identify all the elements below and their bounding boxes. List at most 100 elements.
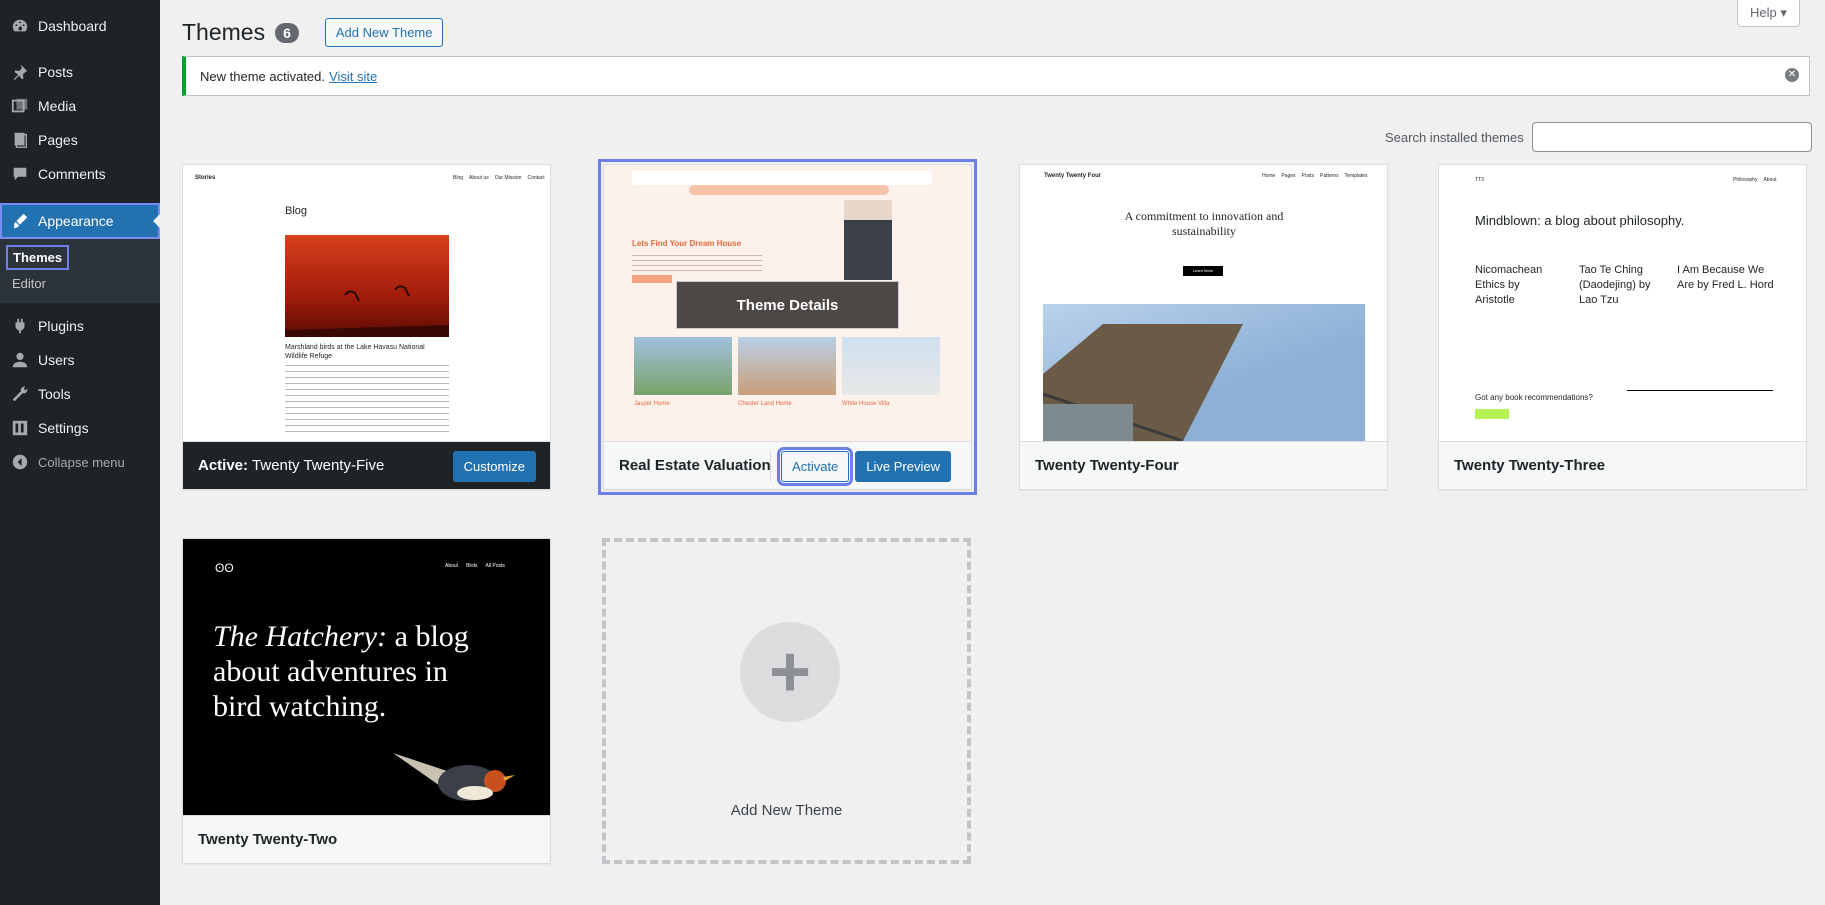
theme-screenshot[interactable]: Twenty Twenty Four Home Pages Posts Patt… — [1020, 165, 1387, 441]
preview-cta: Learn More — [1183, 266, 1223, 276]
sidebar-item-label: Settings — [38, 420, 89, 436]
preview-nav-item: Blog — [453, 175, 464, 181]
theme-card-twenty-twenty-three[interactable]: TT3 Philosophy About Mindblown: a blog a… — [1438, 164, 1807, 490]
brush-icon — [10, 211, 30, 231]
preview-site-title: TT3 — [1475, 177, 1484, 183]
collapse-menu-label: Collapse menu — [38, 454, 125, 470]
users-icon — [10, 350, 30, 370]
preview-card-title: Jasper Home — [634, 401, 670, 407]
theme-name: Real Estate Valuation — [619, 457, 771, 474]
theme-name-bar: Twenty Twenty-Three — [1439, 441, 1806, 489]
sidebar-item-label: Dashboard — [38, 18, 107, 34]
theme-name-bar: Twenty Twenty-Four — [1020, 441, 1387, 489]
sidebar-item-tools[interactable]: Tools — [0, 377, 160, 411]
notice-text: New theme activated. — [200, 68, 326, 84]
theme-name: Twenty Twenty-Three — [1454, 457, 1606, 474]
admin-sidebar: Dashboard Posts Media Pages Comments App… — [0, 0, 160, 905]
submenu-item-themes[interactable]: Themes — [6, 245, 70, 270]
preview-divider — [1627, 390, 1773, 391]
preview-nav — [689, 185, 889, 195]
preview-nav-item: Philosophy — [1733, 177, 1758, 183]
collapse-icon — [10, 452, 30, 472]
theme-screenshot[interactable]: Lets Find Your Dream House Jasper Home C… — [604, 165, 971, 441]
theme-card-twenty-twenty-two[interactable]: ʘʘ About Birds All Posts The Hatchery: a… — [182, 538, 551, 864]
theme-actions: Activate Live Preview — [770, 447, 951, 486]
sidebar-item-users[interactable]: Users — [0, 343, 160, 377]
success-notice: New theme activated. Visit site ✕ — [182, 56, 1810, 96]
add-new-theme-card[interactable]: + Add New Theme — [602, 538, 971, 864]
preview-nav-item: About — [1763, 177, 1777, 183]
plugin-icon — [10, 316, 30, 336]
preview-nav-item: All Posts — [485, 563, 505, 569]
sidebar-item-dashboard[interactable]: Dashboard — [0, 9, 160, 43]
preview-card-title: Chester Land Home — [738, 401, 792, 407]
media-icon — [10, 96, 30, 116]
preview-person-image — [844, 200, 892, 280]
theme-screenshot[interactable]: TT3 Philosophy About Mindblown: a blog a… — [1439, 165, 1806, 441]
help-tab-button[interactable]: Help ▾ — [1737, 0, 1800, 27]
preview-nav-item: Patterns — [1320, 173, 1339, 179]
preview-footer-question: Got any book recommendations? — [1475, 393, 1593, 402]
preview-heading: Blog — [285, 205, 308, 217]
collapse-menu-button[interactable]: Collapse menu — [0, 445, 160, 479]
preview-bird-image — [285, 235, 449, 337]
preview-nav-item: Pages — [1281, 173, 1296, 179]
activate-button[interactable]: Activate — [777, 447, 854, 486]
sidebar-item-pages[interactable]: Pages — [0, 123, 160, 157]
preview-headline: The Hatchery: a blog about adventures in… — [213, 619, 503, 724]
submenu-item-editor[interactable]: Editor — [0, 272, 160, 295]
sidebar-item-label: Appearance — [38, 213, 114, 229]
preview-body-text — [285, 365, 449, 435]
theme-count-badge: 6 — [275, 22, 299, 43]
preview-caption: Marshland birds at the Lake Havasu Natio… — [285, 344, 425, 360]
preview-house-image — [738, 337, 836, 395]
theme-card-twenty-twenty-four[interactable]: Twenty Twenty Four Home Pages Posts Patt… — [1019, 164, 1388, 490]
wrench-icon — [10, 384, 30, 404]
preview-nav-item: Birds — [466, 563, 478, 569]
preview-nav-item: Posts — [1301, 173, 1315, 179]
visit-site-link[interactable]: Visit site — [329, 69, 377, 84]
theme-screenshot[interactable]: Stories Blog About us Our Mission Contac… — [183, 165, 550, 441]
sidebar-item-settings[interactable]: Settings — [0, 411, 160, 445]
theme-details-button[interactable]: Theme Details — [676, 281, 899, 329]
sidebar-item-label: Posts — [38, 64, 74, 80]
preview-topbar — [632, 171, 932, 185]
theme-screenshot[interactable]: ʘʘ About Birds All Posts The Hatchery: a… — [183, 539, 550, 815]
preview-body-text — [632, 255, 762, 271]
theme-name-bar: Real Estate Valuation Activate Live Prev… — [604, 441, 971, 489]
sidebar-item-posts[interactable]: Posts — [0, 55, 160, 89]
theme-name-bar: Active: Twenty Twenty-Five Customize — [183, 441, 550, 489]
add-new-theme-button[interactable]: Add New Theme — [324, 18, 444, 47]
theme-card-real-estate-valuation[interactable]: Lets Find Your Dream House Jasper Home C… — [598, 159, 977, 495]
sidebar-item-appearance[interactable]: Appearance — [0, 203, 160, 239]
customize-button[interactable]: Customize — [452, 451, 536, 482]
preview-headline: Lets Find Your Dream House — [632, 239, 742, 248]
preview-building-image — [1042, 304, 1365, 441]
dismiss-notice-icon[interactable]: ✕ — [1785, 68, 1799, 82]
search-label: Search installed themes — [1385, 129, 1524, 145]
theme-name: Twenty Twenty-Four — [1035, 457, 1179, 474]
theme-name: Twenty Twenty-Five — [252, 457, 385, 474]
add-new-theme-label: Add New Theme — [730, 802, 843, 819]
appearance-submenu: Themes Editor — [0, 239, 160, 303]
preview-site-title: Twenty Twenty Four — [1044, 173, 1102, 179]
sidebar-item-media[interactable]: Media — [0, 89, 160, 123]
preview-post-title: I Am Because We Are by Fred L. Hord — [1677, 264, 1774, 291]
live-preview-button[interactable]: Live Preview — [855, 451, 951, 482]
preview-nav: Philosophy About — [1733, 177, 1777, 183]
theme-name-bar: Twenty Twenty-Two — [183, 815, 550, 863]
sidebar-item-plugins[interactable]: Plugins — [0, 309, 160, 343]
preview-nav-item: About — [445, 563, 459, 569]
comment-icon — [10, 164, 30, 184]
preview-cta — [1475, 409, 1509, 419]
preview-nav-item: Contact — [527, 175, 545, 181]
sidebar-item-label: Tools — [38, 386, 71, 402]
page-title: Themes — [182, 19, 266, 45]
search-themes-input[interactable] — [1531, 122, 1812, 152]
sidebar-item-comments[interactable]: Comments — [0, 157, 160, 191]
preview-cta — [632, 275, 672, 283]
sidebar-item-label: Media — [38, 98, 77, 114]
preview-nav-item: Home — [1262, 173, 1276, 179]
preview-nav: Blog About us Our Mission Contact — [453, 175, 545, 181]
theme-card-twenty-twenty-five[interactable]: Stories Blog About us Our Mission Contac… — [182, 164, 551, 490]
